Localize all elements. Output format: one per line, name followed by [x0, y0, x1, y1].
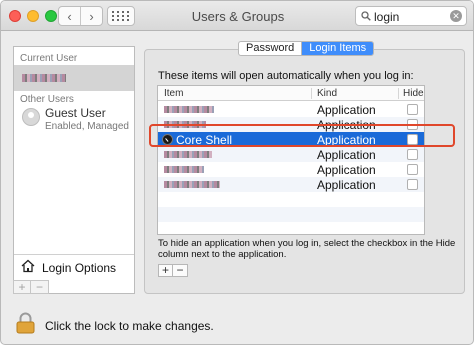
redacted-user-name: [22, 74, 66, 82]
table-row-empty: [158, 207, 424, 222]
column-header-kind[interactable]: Kind: [317, 88, 337, 99]
house-icon: [21, 259, 35, 273]
guest-user-status: Enabled, Managed: [45, 121, 129, 132]
search-input[interactable]: login: [374, 10, 399, 24]
row-kind: Application: [317, 178, 376, 192]
title-bar: ‹ › Users & Groups login ✕: [1, 1, 473, 31]
lock-message: Click the lock to make changes.: [45, 319, 214, 333]
add-user-button[interactable]: +: [13, 280, 31, 294]
remove-user-button[interactable]: −: [31, 280, 49, 294]
current-user-header: Current User: [20, 53, 78, 64]
column-header-hide[interactable]: Hide: [403, 88, 424, 99]
annotation-highlight: [149, 124, 455, 147]
hide-checkbox[interactable]: [407, 164, 418, 175]
row-kind: Application: [317, 148, 376, 162]
guest-user-name[interactable]: Guest User: [45, 106, 106, 120]
hide-checkbox[interactable]: [407, 104, 418, 115]
login-items-add-remove: + −: [158, 264, 188, 277]
row-kind: Application: [317, 163, 376, 177]
preferences-window: ‹ › Users & Groups login ✕ Current User …: [0, 0, 474, 345]
login-options-label: Login Options: [42, 261, 117, 275]
table-row[interactable]: Application: [158, 147, 424, 162]
tab-password[interactable]: Password: [239, 42, 301, 55]
search-icon: [361, 11, 371, 21]
hide-checkbox[interactable]: [407, 179, 418, 190]
login-options-item[interactable]: Login Options: [14, 254, 134, 279]
lock-icon[interactable]: [16, 312, 35, 334]
hide-hint-text: To hide an application when you log in, …: [158, 238, 456, 260]
guest-avatar: [22, 108, 40, 126]
redacted-item-name: [164, 166, 204, 173]
tab-bar: Password Login Items: [238, 41, 375, 56]
column-header-item[interactable]: Item: [164, 88, 183, 99]
table-row[interactable]: Application: [158, 102, 424, 117]
column-divider: [311, 88, 312, 99]
search-field[interactable]: login ✕: [355, 6, 467, 26]
row-kind: Application: [317, 103, 376, 117]
table-row[interactable]: Application: [158, 177, 424, 192]
remove-login-item-button[interactable]: −: [173, 264, 188, 277]
table-row-empty: [158, 192, 424, 207]
current-user-item[interactable]: [14, 65, 134, 91]
table-row[interactable]: Application: [158, 162, 424, 177]
login-items-intro: These items will open automatically when…: [158, 70, 414, 82]
login-items-table[interactable]: Item Kind Hide Application Application C…: [157, 85, 425, 235]
other-users-header: Other Users: [20, 94, 74, 105]
users-sidebar: Current User Other Users Guest User Enab…: [13, 46, 135, 294]
hide-checkbox[interactable]: [407, 149, 418, 160]
redacted-item-name: [164, 106, 214, 113]
sidebar-add-remove: + −: [13, 280, 49, 294]
add-login-item-button[interactable]: +: [158, 264, 173, 277]
redacted-item-name: [164, 151, 212, 158]
column-divider: [398, 88, 399, 99]
tab-login-items[interactable]: Login Items: [301, 42, 374, 55]
redacted-item-name: [164, 181, 220, 188]
clear-search-icon[interactable]: ✕: [450, 10, 462, 22]
table-header: Item Kind Hide: [158, 86, 424, 101]
